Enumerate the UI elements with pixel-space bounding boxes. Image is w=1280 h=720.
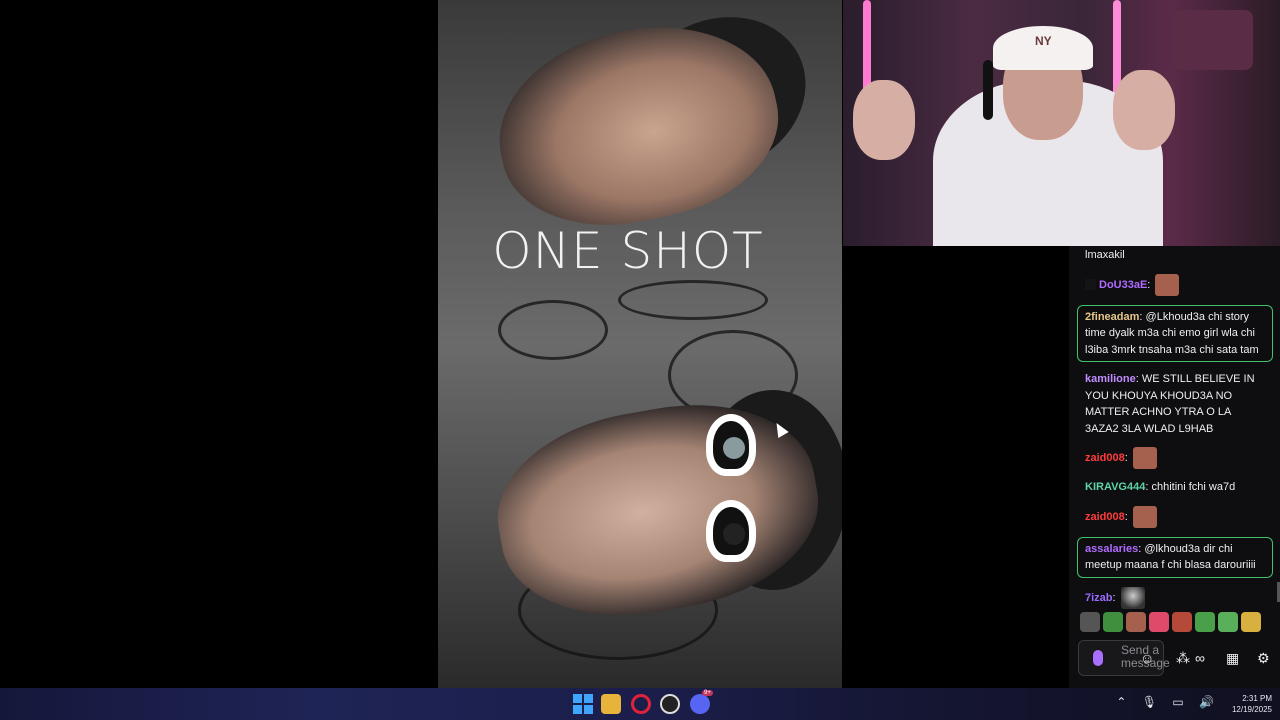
chat-username[interactable]: DoU33aE <box>1099 278 1147 290</box>
stream-video[interactable]: ONE SHOT <box>438 0 842 688</box>
chat-username[interactable]: 7izab <box>1085 591 1113 603</box>
chat-message: 2fineadam: @Lkhoud3a chi story time dyal… <box>1077 304 1273 362</box>
quick-emote-icon[interactable] <box>1218 612 1238 632</box>
chat-text: chhitini fchi wa7d <box>1151 481 1236 493</box>
chat-message: KIRAVG444: chhitini fchi wa7d <box>1077 478 1273 497</box>
sunglasses-filter <box>700 408 762 573</box>
taskbar: 9+ ⌃ 🎙 ▭ 🔊 2:31 PM 12/19/2025 <box>0 688 1280 720</box>
chat-emote-icon <box>1132 447 1157 469</box>
quick-emote-icon[interactable] <box>1172 612 1192 632</box>
quick-emote-icon[interactable] <box>1241 612 1261 632</box>
chat-message: zaid008: <box>1077 505 1273 529</box>
chat-username[interactable]: zaid008 <box>1085 452 1125 464</box>
store-icon[interactable]: ▦ <box>1226 650 1239 667</box>
chevron-up-icon[interactable]: ⌃ <box>1116 695 1126 709</box>
quick-emote-icon[interactable] <box>1195 612 1215 632</box>
user-badge-icon <box>1085 279 1096 290</box>
chat-emote-icon <box>1132 505 1157 528</box>
quick-emote-icon[interactable] <box>1103 612 1123 632</box>
chat-separator: : <box>1112 591 1119 604</box>
bits-icon[interactable]: ⁂ <box>1176 650 1190 667</box>
chat-message: 7izab: <box>1077 586 1273 610</box>
chat-separator: : <box>1124 510 1131 523</box>
desktop-screen: ONE SHOT NY lmaxakil DoU33aE: 2fineadam: … <box>0 0 1280 720</box>
microphone-icon[interactable] <box>1093 650 1103 666</box>
chat-separator: : <box>1147 278 1154 291</box>
clock-time: 2:31 PM <box>1242 694 1272 703</box>
quick-emote-icon[interactable] <box>1126 612 1146 632</box>
cap-logo: NY <box>1035 34 1052 48</box>
settings-icon[interactable]: ⚙ <box>1257 650 1270 667</box>
chat-message: assalaries: @lkhoud3a dir chi meetup maa… <box>1077 536 1273 578</box>
chat-emote-icon <box>1155 273 1180 296</box>
hand <box>853 80 915 160</box>
clock-date: 12/19/2025 <box>1231 705 1272 714</box>
chat-text: lmaxakil <box>1085 249 1125 261</box>
wall-poster <box>1173 10 1253 70</box>
hand <box>1113 70 1175 150</box>
cap <box>993 26 1093 70</box>
headset-mic <box>983 60 993 120</box>
discord-notification-badge: 9+ <box>702 690 713 696</box>
obs-icon[interactable] <box>660 694 680 714</box>
file-explorer-icon[interactable] <box>601 694 621 714</box>
chat-emote-icon <box>1120 586 1145 609</box>
chat-username[interactable]: zaid008 <box>1085 510 1125 522</box>
chat-message: kamilione: WE STILL BELIEVE IN YOU KHOUY… <box>1077 370 1273 438</box>
taskbar-clock[interactable]: 2:31 PM 12/19/2025 <box>1232 693 1272 715</box>
chat-username[interactable]: assalaries <box>1085 543 1138 555</box>
chat-username[interactable]: 2fineadam <box>1085 311 1139 323</box>
chat-message: DoU33aE: <box>1077 273 1273 297</box>
chat-separator: : <box>1124 451 1131 464</box>
webcam-feed: NY <box>843 0 1280 246</box>
quick-emote-icon[interactable] <box>1080 612 1100 632</box>
wall-drawing <box>618 280 768 320</box>
chat-message-list: lmaxakil DoU33aE: 2fineadam: @Lkhoud3a ch… <box>1077 246 1273 618</box>
quick-emote-icon[interactable] <box>1149 612 1169 632</box>
speaker-icon[interactable]: 🔊 <box>1199 695 1214 709</box>
opera-icon[interactable] <box>631 694 651 714</box>
system-tray: ⌃ 🎙 ▭ 🔊 <box>1104 695 1214 709</box>
emote-picker-icon[interactable]: ☺ <box>1140 650 1154 666</box>
chat-username[interactable]: KIRAVG444 <box>1085 481 1145 493</box>
video-overlay-title: ONE SHOT <box>492 222 764 280</box>
wall-drawing <box>498 300 608 360</box>
emote-bar <box>1080 612 1264 632</box>
discord-icon[interactable] <box>690 694 710 714</box>
chat-message: lmaxakil <box>1077 246 1273 265</box>
microphone-icon[interactable]: 🎙 <box>1142 695 1157 709</box>
chat-message: zaid008: <box>1077 446 1273 470</box>
chat-username[interactable]: kamilione <box>1085 373 1136 385</box>
infinity-icon[interactable]: ∞ <box>1195 650 1205 666</box>
windows-start-icon[interactable] <box>573 694 593 714</box>
display-icon[interactable]: ▭ <box>1172 695 1183 709</box>
